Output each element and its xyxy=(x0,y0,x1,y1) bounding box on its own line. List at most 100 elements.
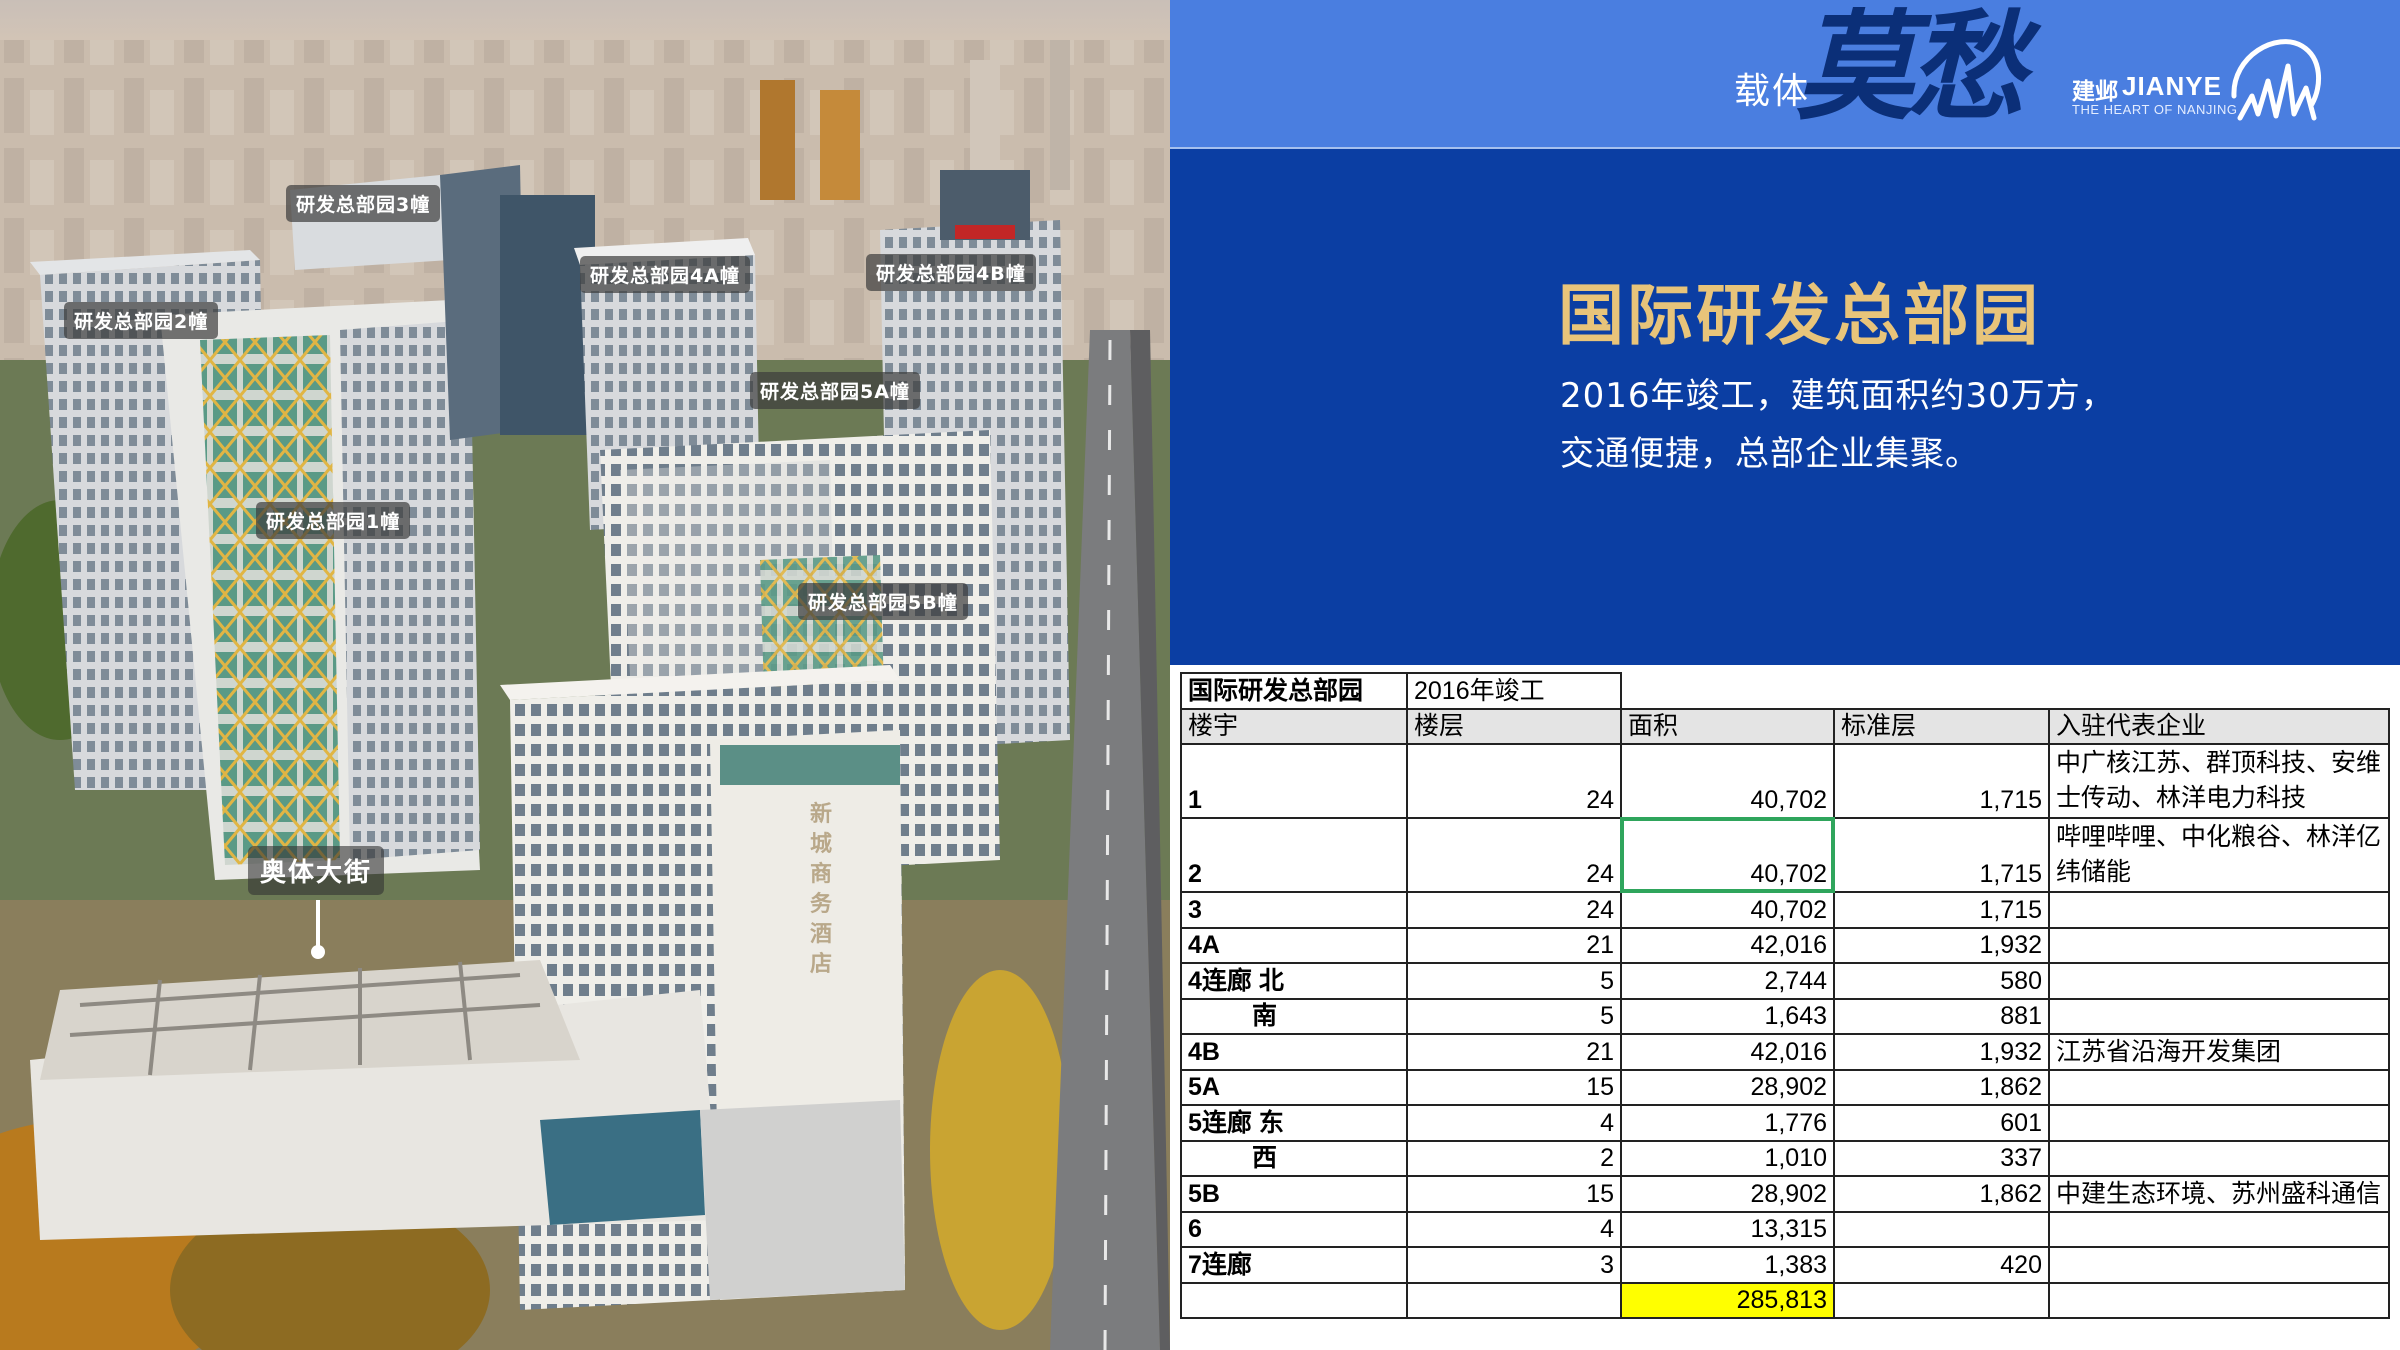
cell-floors[interactable]: 5 xyxy=(1406,962,1622,1000)
cell-floors[interactable]: 5 xyxy=(1406,997,1622,1035)
cell-standard-floor[interactable]: 1,715 xyxy=(1833,891,2050,929)
cell-area[interactable]: 1,643 xyxy=(1620,997,1835,1035)
cell-area[interactable]: 42,016 xyxy=(1620,1033,1835,1071)
table-row: 5A 15 28,902 1,862 xyxy=(1180,1068,2390,1106)
cell-building[interactable]: 西 xyxy=(1180,1139,1408,1177)
cell-area[interactable]: 1,383 xyxy=(1620,1246,1835,1284)
header-building[interactable]: 楼宇 xyxy=(1180,707,1408,745)
cell-area[interactable]: 28,902 xyxy=(1620,1068,1835,1106)
building-label-4b: 研发总部园4B幢 xyxy=(866,254,1036,291)
table-total-row: 285,813 xyxy=(1180,1281,2390,1319)
building-label-2: 研发总部园2幢 xyxy=(64,302,219,339)
table-empty-cell[interactable] xyxy=(1833,1281,2050,1319)
cell-floors[interactable]: 2 xyxy=(1406,1139,1622,1177)
cell-floors[interactable]: 21 xyxy=(1406,926,1622,964)
cell-companies[interactable] xyxy=(2048,926,2390,964)
cell-companies[interactable]: 中广核江苏、群顶科技、安维士传动、林洋电力科技 xyxy=(2048,743,2390,819)
table-row: 6 4 13,315 xyxy=(1180,1210,2390,1248)
table-empty-cell[interactable] xyxy=(1833,673,2049,710)
cell-standard-floor[interactable]: 420 xyxy=(1833,1246,2050,1284)
cell-standard-floor[interactable]: 601 xyxy=(1833,1104,2050,1142)
table-row: 3 24 40,702 1,715 xyxy=(1180,891,2390,929)
building-label-5b: 研发总部园5B幢 xyxy=(798,583,968,620)
cell-standard-floor[interactable]: 1,862 xyxy=(1833,1068,2050,1106)
table-empty-cell[interactable] xyxy=(2048,1281,2390,1319)
building-label-1: 研发总部园1幢 xyxy=(256,502,411,539)
table-empty-cell[interactable] xyxy=(2048,673,2389,710)
cell-area[interactable]: 40,702 xyxy=(1620,743,1835,819)
table-empty-cell[interactable] xyxy=(1406,1281,1622,1319)
cell-standard-floor[interactable]: 1,715 xyxy=(1833,817,2050,893)
cell-building[interactable]: 4A xyxy=(1180,926,1408,964)
cell-floors[interactable]: 15 xyxy=(1406,1175,1622,1213)
cell-building[interactable]: 5连廊 东 xyxy=(1180,1104,1408,1142)
cell-companies[interactable]: 江苏省沿海开发集团 xyxy=(2048,1033,2390,1071)
cell-building[interactable]: 6 xyxy=(1180,1210,1408,1248)
cell-standard-floor[interactable]: 337 xyxy=(1833,1139,2050,1177)
cell-building[interactable]: 5A xyxy=(1180,1068,1408,1106)
cell-companies[interactable] xyxy=(2048,1139,2390,1177)
cell-area[interactable]: 2,744 xyxy=(1620,962,1835,1000)
table-row: 南 5 1,643 881 xyxy=(1180,997,2390,1035)
cell-companies[interactable] xyxy=(2048,1104,2390,1142)
building-label-3: 研发总部园3幢 xyxy=(286,185,441,222)
table-row: 4连廊 北 5 2,744 580 xyxy=(1180,962,2390,1000)
table-title-row: 国际研发总部园 2016年竣工 xyxy=(1180,672,2389,710)
cell-standard-floor[interactable]: 881 xyxy=(1833,997,2050,1035)
cell-area[interactable]: 42,016 xyxy=(1620,926,1835,964)
cell-building[interactable]: 南 xyxy=(1180,997,1408,1035)
cell-floors[interactable]: 4 xyxy=(1406,1104,1622,1142)
table-empty-cell[interactable] xyxy=(1620,673,1834,710)
cell-standard-floor[interactable]: 1,715 xyxy=(1833,743,2050,819)
cell-building[interactable]: 5B xyxy=(1180,1175,1408,1213)
cell-floors[interactable]: 24 xyxy=(1406,743,1622,819)
cell-standard-floor[interactable] xyxy=(1833,1210,2050,1248)
total-area-cell[interactable]: 285,813 xyxy=(1620,1281,1835,1319)
cell-companies[interactable] xyxy=(2048,962,2390,1000)
cell-building[interactable]: 7连廊 xyxy=(1180,1246,1408,1284)
cell-building[interactable]: 4B xyxy=(1180,1033,1408,1071)
building-data-sheet: 国际研发总部园 2016年竣工 楼宇 楼层 面积 标准层 入驻代表企业 1 24… xyxy=(1170,665,2400,1350)
cell-area[interactable]: 1,776 xyxy=(1620,1104,1835,1142)
aerial-photo: 研发总部园3幢 研发总部园4A幢 研发总部园4B幢 研发总部园2幢 研发总部园5… xyxy=(0,0,1170,1350)
cell-floors[interactable]: 15 xyxy=(1406,1068,1622,1106)
table-year-cell[interactable]: 2016年竣工 xyxy=(1406,672,1622,710)
cell-area[interactable]: 28,902 xyxy=(1620,1175,1835,1213)
cell-standard-floor[interactable]: 580 xyxy=(1833,962,2050,1000)
table-empty-cell[interactable] xyxy=(1180,1281,1408,1319)
cell-building[interactable]: 4连廊 北 xyxy=(1180,962,1408,1000)
table-row: 1 24 40,702 1,715 中广核江苏、群顶科技、安维士传动、林洋电力科… xyxy=(1180,743,2390,819)
cell-standard-floor[interactable]: 1,932 xyxy=(1833,926,2050,964)
cell-companies[interactable] xyxy=(2048,891,2390,929)
cell-floors[interactable]: 24 xyxy=(1406,817,1622,893)
cell-standard-floor[interactable]: 1,862 xyxy=(1833,1175,2050,1213)
header-area[interactable]: 面积 xyxy=(1620,707,1835,745)
header-standard-floor[interactable]: 标准层 xyxy=(1833,707,2050,745)
cell-companies[interactable] xyxy=(2048,1246,2390,1284)
header-companies[interactable]: 入驻代表企业 xyxy=(2048,707,2390,745)
jianye-mountain-logo-icon xyxy=(2231,39,2322,121)
cell-companies[interactable]: 中建生态环境、苏州盛科通信 xyxy=(2048,1175,2390,1213)
cell-floors[interactable]: 24 xyxy=(1406,891,1622,929)
cell-companies[interactable] xyxy=(2048,997,2390,1035)
cell-area[interactable]: 40,702 xyxy=(1620,891,1835,929)
cell-area-selected[interactable]: 40,702 xyxy=(1620,817,1835,893)
cell-companies[interactable] xyxy=(2048,1210,2390,1248)
cell-floors[interactable]: 3 xyxy=(1406,1246,1622,1284)
cell-area[interactable]: 1,010 xyxy=(1620,1139,1835,1177)
cell-building[interactable]: 2 xyxy=(1180,817,1408,893)
page-title: 国际研发总部园 xyxy=(1558,277,2041,354)
cell-area[interactable]: 13,315 xyxy=(1620,1210,1835,1248)
table-row: 5连廊 东 4 1,776 601 xyxy=(1180,1104,2390,1142)
cell-companies[interactable] xyxy=(2048,1068,2390,1106)
building-data-table: 国际研发总部园 2016年竣工 楼宇 楼层 面积 标准层 入驻代表企业 1 24… xyxy=(1180,672,2390,1319)
table-title-cell[interactable]: 国际研发总部园 xyxy=(1180,672,1408,710)
cell-building[interactable]: 1 xyxy=(1180,743,1408,819)
cell-floors[interactable]: 4 xyxy=(1406,1210,1622,1248)
cell-companies[interactable]: 哔哩哔哩、中化粮谷、林洋亿纬储能 xyxy=(2048,817,2390,893)
cell-building[interactable]: 3 xyxy=(1180,891,1408,929)
mochou-calligraphy: 莫愁 xyxy=(1796,0,2026,136)
cell-standard-floor[interactable]: 1,932 xyxy=(1833,1033,2050,1071)
cell-floors[interactable]: 21 xyxy=(1406,1033,1622,1071)
header-floors[interactable]: 楼层 xyxy=(1406,707,1622,745)
